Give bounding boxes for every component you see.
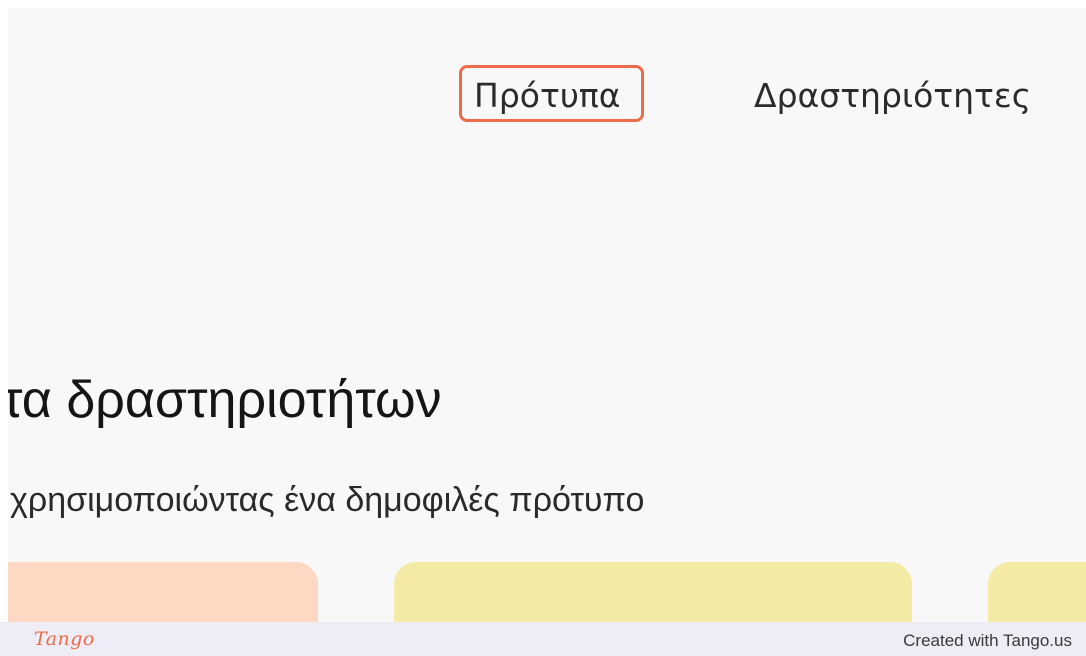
click-highlight-box (459, 65, 644, 122)
tango-logo: Tango (34, 628, 95, 650)
tango-screenshot-frame: Πρότυπα Δραστηριότητες τα δραστηριοτήτων… (0, 0, 1086, 656)
tango-footer: Tango Created with Tango.us (0, 622, 1086, 656)
created-with-credit: Created with Tango.us (903, 631, 1072, 650)
template-card[interactable] (988, 562, 1086, 622)
hero-subtitle: χρησιμοποιώντας ένα δημοφιλές πρότυπο (10, 481, 645, 519)
page-screenshot: Πρότυπα Δραστηριότητες τα δραστηριοτήτων… (8, 8, 1086, 622)
nav-link-activities[interactable]: Δραστηριότητες (754, 76, 1031, 116)
hero-title: τα δραστηριοτήτων (8, 371, 442, 429)
template-card[interactable] (8, 562, 318, 622)
template-card[interactable] (394, 562, 912, 622)
